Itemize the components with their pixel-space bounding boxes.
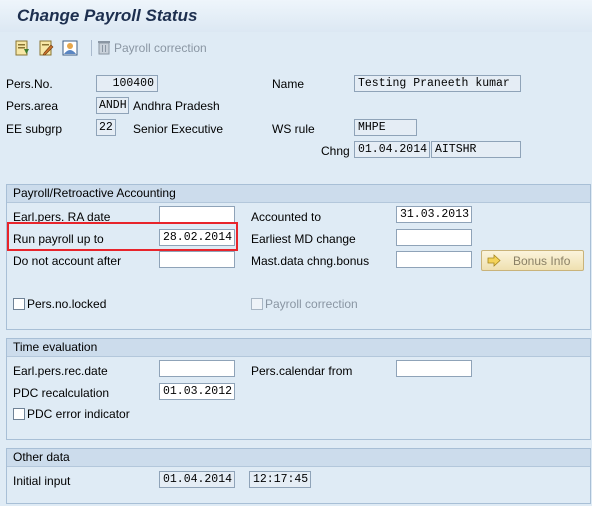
highlight-box	[7, 222, 238, 251]
initial-input-date-field[interactable]: 01.04.2014	[159, 471, 235, 488]
mast-data-label: Mast.data chng.bonus	[251, 254, 370, 268]
pers-area-label: Pers.area	[6, 99, 59, 113]
payroll-correction-button: Payroll correction	[114, 41, 207, 55]
pdc-error-checkbox[interactable]	[13, 408, 25, 420]
ee-subgrp-field[interactable]: 22	[96, 119, 116, 136]
pers-calendar-field[interactable]	[396, 360, 472, 377]
bonus-info-button[interactable]: Bonus Info	[481, 250, 584, 271]
pers-no-field[interactable]: 100400	[96, 75, 158, 92]
earl-rec-date-label: Earl.pers.rec.date	[13, 364, 108, 378]
toolbar-separator	[91, 40, 92, 56]
pdc-error-label: PDC error indicator	[27, 407, 130, 421]
page-title: Change Payroll Status	[17, 6, 198, 25]
earliest-md-field[interactable]	[396, 229, 472, 246]
pdc-recalc-field[interactable]: 01.03.2012	[159, 383, 235, 400]
name-label: Name	[272, 77, 305, 91]
title-bar: Change Payroll Status	[0, 0, 592, 32]
change-icon[interactable]	[37, 39, 55, 57]
chng-date-field[interactable]: 01.04.2014	[354, 141, 430, 158]
trash-icon	[98, 41, 110, 55]
mast-data-field[interactable]	[396, 251, 472, 268]
create-icon[interactable]	[13, 39, 31, 57]
group-title: Payroll/Retroactive Accounting	[13, 186, 176, 200]
group-header: Payroll/Retroactive Accounting	[7, 185, 590, 203]
group-header: Other data	[7, 449, 590, 467]
do-not-account-label: Do not account after	[13, 254, 122, 268]
earl-ra-date-field[interactable]	[159, 206, 235, 223]
pers-area-text: Andhra Pradesh	[133, 99, 220, 113]
ee-subgrp-label: EE subgrp	[6, 122, 63, 136]
group-title: Other data	[13, 450, 70, 464]
earliest-md-label: Earliest MD change	[251, 232, 356, 246]
ws-rule-label: WS rule	[272, 122, 315, 136]
name-field[interactable]: Testing Praneeth kumar	[354, 75, 521, 92]
chng-user-field[interactable]: AITSHR	[431, 141, 521, 158]
ee-subgrp-text: Senior Executive	[133, 122, 224, 136]
pers-no-locked-checkbox[interactable]	[13, 298, 25, 310]
bonus-info-label: Bonus Info	[513, 254, 571, 268]
pers-area-field[interactable]: ANDH	[96, 97, 129, 114]
pers-calendar-label: Pers.calendar from	[251, 364, 353, 378]
chng-label: Chng	[321, 144, 350, 158]
pers-no-label: Pers.No.	[6, 77, 53, 91]
do-not-account-field[interactable]	[159, 251, 235, 268]
display-icon[interactable]	[61, 39, 79, 57]
initial-input-time-field[interactable]: 12:17:45	[249, 471, 311, 488]
group-title: Time evaluation	[13, 340, 98, 354]
ws-rule-field[interactable]: MHPE	[354, 119, 417, 136]
payroll-correction-label: Payroll correction	[265, 297, 358, 311]
application-toolbar: Payroll correction	[0, 33, 592, 63]
arrow-right-icon	[487, 254, 501, 267]
pers-no-locked-label: Pers.no.locked	[27, 297, 107, 311]
accounted-to-label: Accounted to	[251, 210, 322, 224]
earl-rec-date-field[interactable]	[159, 360, 235, 377]
pdc-recalc-label: PDC recalculation	[13, 386, 110, 400]
initial-input-label: Initial input	[13, 474, 71, 488]
group-header: Time evaluation	[7, 339, 590, 357]
accounted-to-field[interactable]: 31.03.2013	[396, 206, 472, 223]
payroll-correction-checkbox	[251, 298, 263, 310]
